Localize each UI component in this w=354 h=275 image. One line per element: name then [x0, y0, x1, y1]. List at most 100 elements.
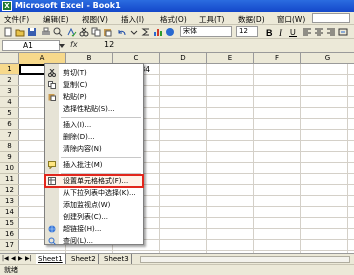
row-header-9[interactable]: 9 — [0, 152, 19, 163]
paste-icon — [48, 94, 56, 101]
column-header-g[interactable]: G — [301, 53, 354, 64]
row-header-13[interactable]: 13 — [0, 196, 19, 207]
align-center-icon[interactable] — [314, 27, 324, 37]
new-document-icon[interactable] — [3, 27, 13, 37]
tab-sheet3[interactable]: Sheet3 — [102, 254, 132, 264]
menu-item-label: 超链接(H)... — [63, 225, 102, 233]
column-header-e[interactable]: E — [207, 53, 254, 64]
chart-icon[interactable] — [153, 27, 163, 37]
menu-item-insert-comment[interactable]: 插入批注(M) — [45, 159, 143, 171]
first-sheet-icon[interactable]: |◀ — [2, 255, 9, 262]
undo-icon[interactable] — [117, 27, 127, 37]
menu-separator — [61, 157, 141, 158]
menu-separator — [61, 117, 141, 118]
menu-item-paste[interactable]: 粘贴(P) — [45, 91, 143, 103]
column-header-d[interactable]: D — [160, 53, 207, 64]
lookup-icon — [48, 237, 56, 245]
row-header-10[interactable]: 10 — [0, 163, 19, 174]
menu-window[interactable]: 窗口(W) — [277, 14, 305, 25]
menu-insert[interactable]: 插入(I) — [121, 14, 144, 25]
menu-item-label: 设置单元格格式(F)... — [63, 177, 129, 185]
row-header: 1 2 3 4 5 6 7 8 9 10 11 12 13 14 15 16 1… — [0, 64, 19, 253]
menu-item-create-list[interactable]: 创建列表(C)... — [45, 211, 143, 223]
row-header-4[interactable]: 4 — [0, 97, 19, 108]
toolbar: 宋体 12 B I U — [0, 25, 354, 39]
menu-item-label: 粘贴(P) — [63, 93, 87, 101]
menu-edit[interactable]: 编辑(E) — [43, 14, 69, 25]
menu-item-label: 选择性粘贴(S)... — [63, 105, 115, 113]
help-icon[interactable] — [165, 27, 175, 37]
menu-item-label: 插入批注(M) — [63, 161, 103, 169]
row-header-5[interactable]: 5 — [0, 108, 19, 119]
row-header-2[interactable]: 2 — [0, 75, 19, 86]
bold-icon[interactable]: B — [264, 27, 274, 37]
menu-data[interactable]: 数据(D) — [238, 14, 265, 25]
menu-item-delete[interactable]: 删除(D)... — [45, 131, 143, 143]
menu-separator — [61, 173, 141, 174]
row-header-16[interactable]: 16 — [0, 229, 19, 240]
print-preview-icon[interactable] — [53, 27, 63, 37]
autosum-icon[interactable] — [141, 27, 151, 37]
row-header-14[interactable]: 14 — [0, 207, 19, 218]
print-icon[interactable] — [41, 27, 51, 37]
menu-item-label: 添加监视点(W) — [63, 201, 111, 209]
menu-item-label: 剪切(T) — [63, 69, 87, 77]
copy-icon[interactable] — [91, 27, 101, 37]
svg-text:I: I — [278, 28, 283, 37]
formula-bar: A1 fx 12 — [0, 39, 354, 53]
menu-item-clear-contents[interactable]: 清除内容(N) — [45, 143, 143, 155]
menu-item-paste-special[interactable]: 选择性粘贴(S)... — [45, 103, 143, 115]
row-header-15[interactable]: 15 — [0, 218, 19, 229]
help-search-input[interactable] — [312, 13, 350, 23]
menu-file[interactable]: 文件(F) — [4, 14, 29, 25]
row-header-3[interactable]: 3 — [0, 86, 19, 97]
font-size-select[interactable]: 12 — [236, 26, 258, 37]
select-all-corner[interactable] — [0, 53, 19, 64]
align-right-icon[interactable] — [326, 27, 336, 37]
align-left-icon[interactable] — [302, 27, 312, 37]
formula-input[interactable]: 12 — [104, 40, 114, 49]
function-icon[interactable]: fx — [70, 40, 78, 49]
last-sheet-icon[interactable]: ▶| — [25, 255, 32, 262]
menu-item-lookup[interactable]: 查阅(L)... — [45, 235, 143, 247]
menu-item-add-watch[interactable]: 添加监视点(W) — [45, 199, 143, 211]
menu-item-label: 插入(I)... — [63, 121, 92, 129]
column-header-f[interactable]: F — [254, 53, 301, 64]
font-name-select[interactable]: 宋体 — [180, 26, 232, 37]
menu-item-pick-from-list[interactable]: 从下拉列表中选择(K)... — [45, 187, 143, 199]
name-box-dropdown-icon[interactable] — [58, 42, 66, 50]
spelling-icon[interactable] — [67, 27, 77, 37]
row-header-11[interactable]: 11 — [0, 174, 19, 185]
menu-item-hyperlink[interactable]: 超链接(H)... — [45, 223, 143, 235]
row-header-6[interactable]: 6 — [0, 119, 19, 130]
chevron-down-icon[interactable] — [129, 27, 139, 37]
previous-sheet-icon[interactable]: ◀ — [11, 255, 16, 262]
name-box[interactable]: A1 — [2, 40, 60, 51]
next-sheet-icon[interactable]: ▶ — [18, 255, 23, 262]
menu-item-insert[interactable]: 插入(I)... — [45, 119, 143, 131]
menu-item-format-cells[interactable]: 设置单元格格式(F)... — [44, 174, 144, 188]
horizontal-scrollbar[interactable] — [140, 256, 350, 263]
cut-icon[interactable] — [79, 27, 89, 37]
excel-logo-icon: X — [2, 1, 12, 11]
menu-format[interactable]: 格式(O) — [160, 14, 187, 25]
paste-icon[interactable] — [103, 27, 113, 37]
row-header-7[interactable]: 7 — [0, 130, 19, 141]
row-header-17[interactable]: 17 — [0, 240, 19, 251]
window-title: Microsoft Excel - Book1 — [15, 1, 121, 10]
merge-center-icon[interactable] — [338, 27, 348, 37]
row-header-8[interactable]: 8 — [0, 141, 19, 152]
row-header-12[interactable]: 12 — [0, 185, 19, 196]
row-header-1[interactable]: 1 — [0, 64, 19, 75]
italic-icon[interactable]: I — [276, 27, 286, 37]
menu-view[interactable]: 视图(V) — [82, 14, 108, 25]
open-folder-icon[interactable] — [15, 27, 25, 37]
tab-sheet2[interactable]: Sheet2 — [69, 254, 99, 264]
tab-sheet1[interactable]: Sheet1 — [36, 254, 66, 264]
menu-tools[interactable]: 工具(T) — [199, 14, 224, 25]
menu-item-copy[interactable]: 复制(C) — [45, 79, 143, 91]
menu-item-label: 复制(C) — [63, 81, 88, 89]
save-icon[interactable] — [27, 27, 37, 37]
underline-icon[interactable]: U — [288, 27, 298, 37]
menu-item-cut[interactable]: 剪切(T) — [45, 67, 143, 79]
